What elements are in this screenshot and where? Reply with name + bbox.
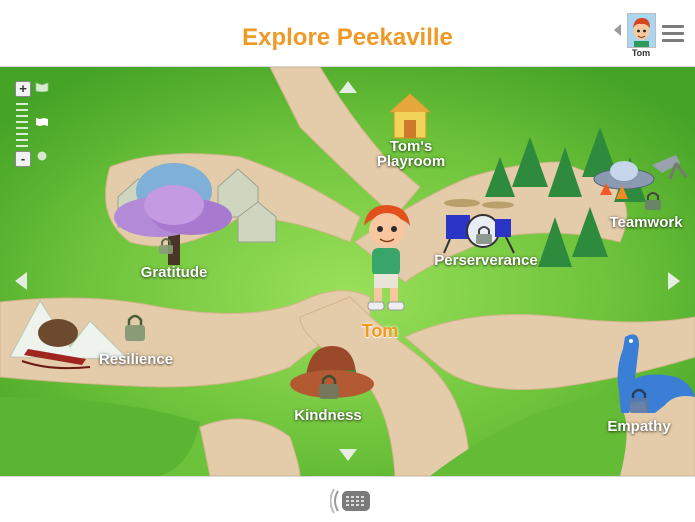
hamburger-menu-icon[interactable] [662,25,684,43]
padlock-icon [159,238,173,254]
dinosaur-icon[interactable] [605,329,695,419]
zoom-in-button[interactable]: + [15,81,31,97]
location-label-resilience[interactable]: Resilience [90,351,182,368]
location-label-gratitude[interactable]: Gratitude [126,264,222,281]
book-icon [35,82,49,92]
map-icon [36,118,48,126]
padlock-icon [629,388,649,413]
page-title: Explore Peekaville [242,24,453,51]
footer [0,476,695,522]
profile-name: Tom [631,48,651,58]
location-label-perseverance[interactable]: Perserverance [424,252,548,269]
nav-up-arrow[interactable] [338,80,358,94]
caret-left-icon [614,24,621,36]
header: Explore Peekaville Tom [0,0,695,67]
spaceship-icon[interactable] [592,155,688,217]
location-label-playroom[interactable]: Tom's Playroom [366,139,456,169]
nav-left-arrow[interactable] [14,271,28,291]
padlock-icon [476,226,492,244]
character-name-label: Tom [361,321,399,341]
globe-icon [37,151,47,161]
location-label-kindness[interactable]: Kindness [282,407,374,424]
location-label-teamwork[interactable]: Teamwork [600,214,692,231]
zoom-out-button[interactable]: - [15,151,31,167]
padlock-icon [645,192,661,210]
nav-down-arrow[interactable] [338,448,358,462]
location-label-empathy[interactable]: Empathy [596,418,682,435]
world-map[interactable]: + - Tom's Playroom Gratitude Perserveran… [0,67,695,476]
padlock-icon [125,314,145,341]
tom-character[interactable] [354,202,416,317]
nav-right-arrow[interactable] [667,271,681,291]
playroom-house-icon[interactable] [388,92,432,140]
gratitude-tree-icon[interactable] [110,157,280,269]
avatar [627,13,656,48]
profile-switcher[interactable]: Tom [614,10,656,60]
zoom-control[interactable]: + - [13,81,53,171]
padlock-icon [319,374,339,399]
speech-bubble-icon[interactable] [330,487,372,515]
